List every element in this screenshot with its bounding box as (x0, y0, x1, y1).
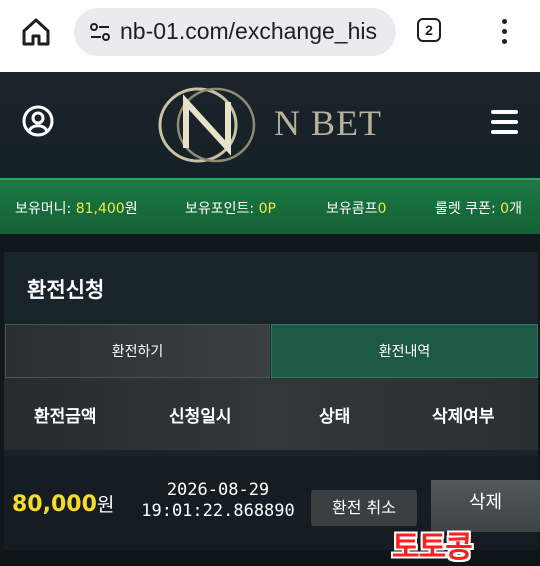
tab-exchange-request[interactable]: 환전하기 (5, 324, 270, 378)
home-icon[interactable] (18, 14, 54, 50)
wallet-money: 보유머니: 81,400원 (15, 201, 138, 217)
logo-emblem[interactable] (146, 82, 268, 168)
wallet-info-bar: 보유머니: 81,400원 보유포인트: 0P 보유콤프0 룰렛 쿠폰: 0개 (0, 178, 540, 234)
tab-switcher-button[interactable]: 2 (417, 18, 441, 42)
hamburger-menu-icon[interactable] (491, 110, 518, 134)
exchange-panel: 환전신청 환전하기 환전내역 환전금액 신청일시 상태 삭제여부 80,000원… (4, 252, 540, 565)
table-header: 환전금액 신청일시 상태 삭제여부 (4, 378, 538, 450)
cancel-exchange-button[interactable]: 환전 취소 (311, 490, 417, 526)
site-settings-icon[interactable] (88, 20, 112, 44)
main-content: 환전신청 환전하기 환전내역 환전금액 신청일시 상태 삭제여부 80,000원… (0, 234, 540, 565)
site-header: N BET (0, 72, 540, 178)
logo-text[interactable]: N BET (274, 102, 382, 144)
column-header-delete: 삭제여부 (432, 407, 495, 427)
wallet-comp: 보유콤프0 (326, 201, 387, 217)
page-title: 환전신청 (27, 278, 105, 302)
table-row: 80,000원 2026-08-29 19:01:22.868890 환전 취소… (4, 456, 540, 565)
column-header-status: 상태 (319, 407, 351, 427)
wallet-roulette-coupons: 룰렛 쿠폰: 0개 (435, 201, 522, 217)
column-header-date: 신청일시 (169, 407, 232, 427)
column-header-amount: 환전금액 (34, 407, 97, 427)
watermark: 토토콩 (392, 530, 473, 565)
request-datetime: 2026-08-29 19:01:22.868890 (141, 480, 295, 521)
address-bar[interactable]: nb-01.com/exchange_his (74, 8, 396, 56)
url-text[interactable]: nb-01.com/exchange_his (120, 18, 377, 45)
more-menu-icon[interactable] (494, 14, 514, 50)
user-account-icon[interactable] (22, 105, 54, 137)
tab-exchange-history[interactable]: 환전내역 (271, 324, 538, 378)
wallet-points: 보유포인트: 0P (185, 201, 276, 217)
browser-toolbar: nb-01.com/exchange_his 2 (0, 0, 540, 72)
exchange-amount: 80,000원 (12, 492, 115, 517)
